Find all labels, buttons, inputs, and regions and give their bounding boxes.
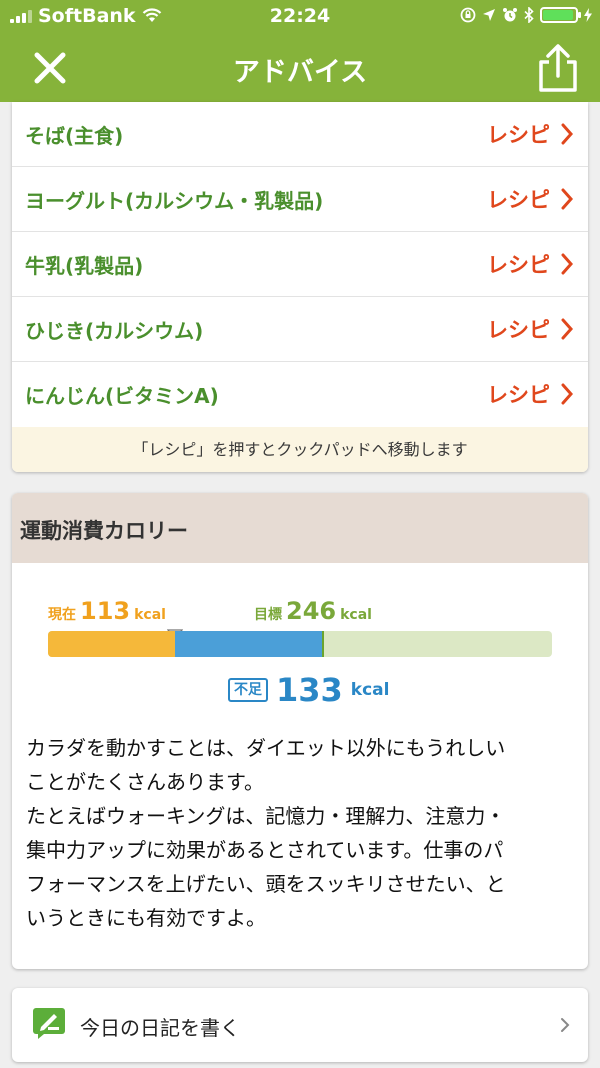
target-value: 246 bbox=[286, 597, 337, 625]
shortfall-badge: 不足 bbox=[228, 678, 268, 702]
food-row[interactable]: ヨーグルト(カルシウム・乳製品) レシピ bbox=[12, 167, 588, 232]
advice-line: 集中力アップに効果があるとされています。仕事のパ bbox=[26, 838, 504, 862]
battery-icon bbox=[540, 7, 581, 23]
chevron-right-icon bbox=[561, 383, 574, 405]
recipe-link[interactable]: レシピ bbox=[487, 119, 550, 149]
current-fill bbox=[48, 631, 175, 657]
advice-text: カラダを動かすことは、ダイエット以外にもうれしい ことがたくさんあります。 たと… bbox=[26, 731, 578, 935]
current-label: 現在 bbox=[48, 607, 76, 623]
current-value: 113 bbox=[80, 597, 131, 625]
food-label: ヨーグルト(カルシウム・乳製品) bbox=[25, 189, 324, 213]
food-label: ひじき(カルシウム) bbox=[25, 319, 204, 343]
recipe-link[interactable]: レシピ bbox=[487, 184, 550, 214]
target-unit: kcal bbox=[340, 607, 372, 623]
food-label: 牛乳(乳製品) bbox=[25, 254, 144, 278]
advice-line: いうときにも有効ですよ。 bbox=[26, 906, 266, 930]
recipe-link[interactable]: レシピ bbox=[487, 249, 550, 279]
recipe-link[interactable]: レシピ bbox=[487, 379, 550, 409]
shortfall-fill bbox=[174, 631, 324, 657]
alarm-icon bbox=[503, 8, 517, 22]
calorie-progress-bar bbox=[48, 631, 552, 657]
advice-line: ことがたくさんあります。 bbox=[26, 770, 264, 794]
page-title: アドバイス bbox=[232, 57, 368, 88]
current-kcal: 現在 113 kcal bbox=[48, 597, 166, 625]
advice-line: たとえばウォーキングは、記憶力・理解力、注意力・ bbox=[26, 804, 506, 828]
food-row[interactable]: 牛乳(乳製品) レシピ bbox=[12, 232, 588, 297]
nav-bar: アドバイス bbox=[0, 34, 600, 102]
card-header: 運動消費カロリー bbox=[12, 493, 588, 563]
shortfall-kcal: 不足 133 kcal bbox=[228, 671, 389, 709]
card-title: 運動消費カロリー bbox=[20, 519, 188, 543]
chevron-right-icon bbox=[561, 123, 574, 145]
food-label: そば(主食) bbox=[25, 124, 124, 148]
diary-label: 今日の日記を書く bbox=[80, 1016, 240, 1040]
shortfall-unit: kcal bbox=[350, 680, 390, 700]
recipe-note: 「レシピ」を押すとクックパッドへ移動します bbox=[12, 427, 588, 472]
target-kcal: 目標 246 kcal bbox=[254, 597, 372, 625]
rotation-lock-icon bbox=[460, 7, 476, 23]
status-bar: SoftBank 22:24 bbox=[0, 0, 600, 34]
chevron-right-icon bbox=[561, 318, 574, 340]
advice-line: カラダを動かすことは、ダイエット以外にもうれしい bbox=[26, 736, 506, 760]
exercise-calories-card: 運動消費カロリー 現在 113 kcal 目標 246 kcal 不足 133 kcal… bbox=[12, 493, 588, 969]
current-unit: kcal bbox=[134, 607, 166, 623]
location-icon bbox=[483, 9, 495, 21]
food-row[interactable]: にんじん(ビタミンA) レシピ bbox=[12, 362, 588, 426]
food-row[interactable]: そば(主食) レシピ bbox=[12, 102, 588, 167]
shortfall-value: 133 bbox=[276, 671, 343, 709]
chevron-right-icon bbox=[561, 1018, 570, 1032]
chevron-right-icon bbox=[561, 253, 574, 275]
advice-line: フォーマンスを上げたい、頭をスッキリさせたい、と bbox=[26, 872, 506, 896]
recipe-link[interactable]: レシピ bbox=[487, 314, 550, 344]
food-row[interactable]: ひじき(カルシウム) レシピ bbox=[12, 297, 588, 362]
food-advice-card: そば(主食) レシピ ヨーグルト(カルシウム・乳製品) レシピ 牛乳(乳製品) … bbox=[12, 102, 588, 472]
share-button[interactable] bbox=[536, 42, 580, 94]
write-diary-button[interactable]: 今日の日記を書く bbox=[12, 988, 588, 1062]
pencil-note-icon bbox=[33, 1008, 65, 1039]
share-icon bbox=[539, 44, 577, 92]
chevron-right-icon bbox=[561, 188, 574, 210]
food-label: にんじん(ビタミンA) bbox=[25, 384, 219, 408]
status-right bbox=[460, 7, 592, 23]
bluetooth-icon bbox=[524, 7, 534, 23]
target-label: 目標 bbox=[254, 607, 282, 623]
charging-icon bbox=[584, 8, 592, 22]
